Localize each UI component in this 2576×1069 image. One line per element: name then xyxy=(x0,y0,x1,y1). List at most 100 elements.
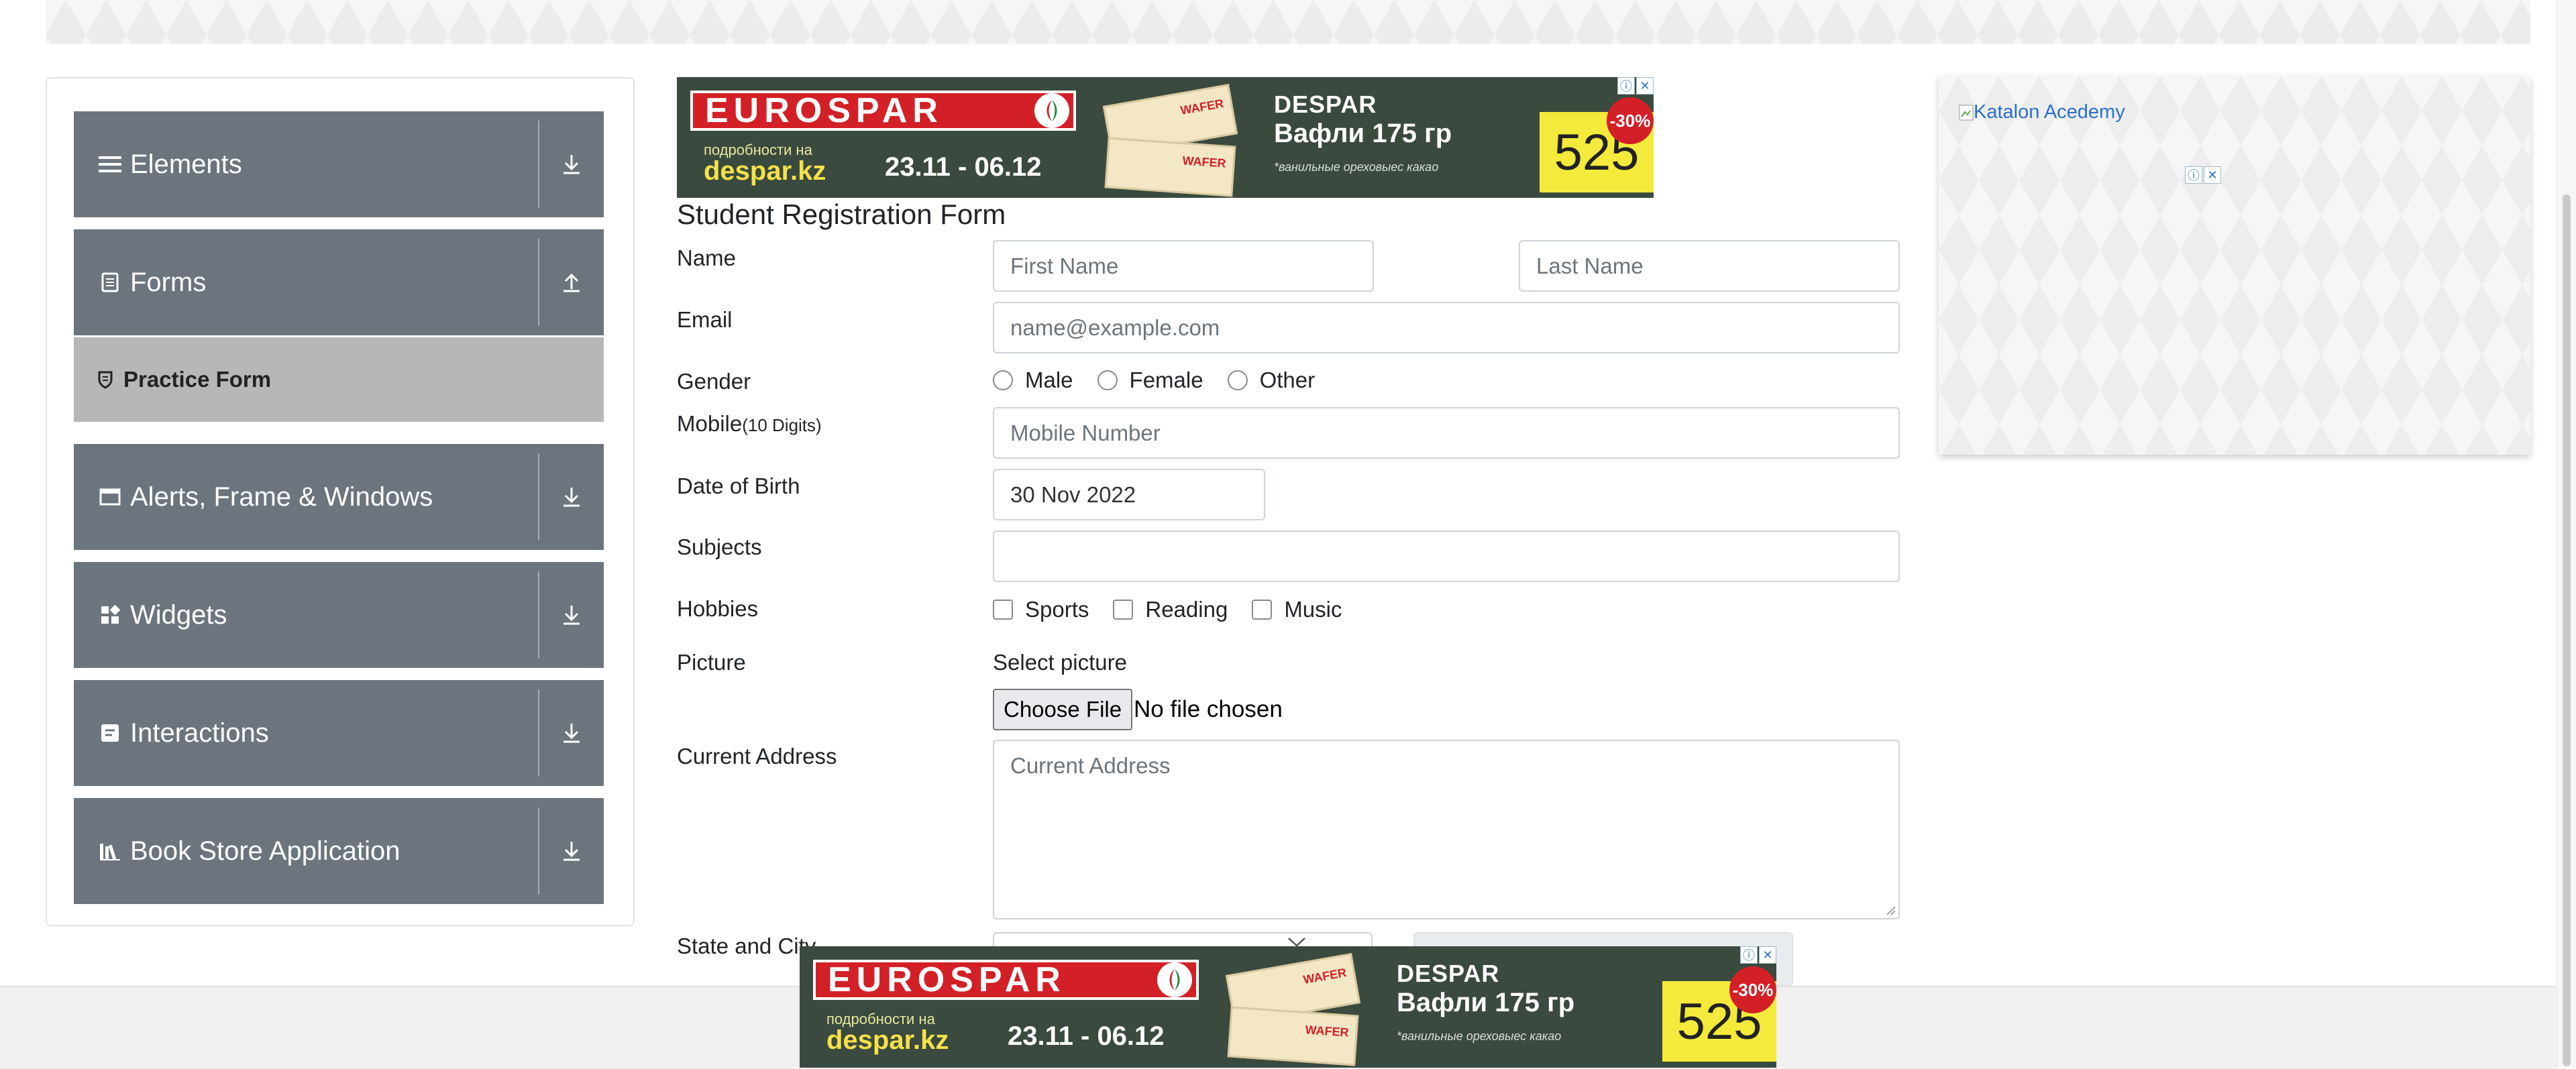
close-icon[interactable]: ✕ xyxy=(2204,166,2221,184)
choose-file-button[interactable]: Choose File xyxy=(993,689,1133,730)
sidebar-group-elements[interactable]: Elements xyxy=(74,111,604,217)
ad-tagline: *ванильные ореховыес какао xyxy=(1397,1029,1562,1043)
books-icon xyxy=(97,838,123,864)
ad-headline: DESPAR xyxy=(1274,91,1377,118)
scrollbar[interactable] xyxy=(2557,0,2576,1068)
sidebar-group-label: Elements xyxy=(130,149,242,179)
download-icon[interactable] xyxy=(539,798,604,904)
ad-brand: EUROSPAR xyxy=(828,960,1066,999)
sidebar-group-alerts[interactable]: Alerts, Frame & Windows xyxy=(74,444,604,550)
ad-brand: EUROSPAR xyxy=(705,91,943,130)
mobile-label: Mobile(10 Digits) xyxy=(677,411,822,436)
info-icon[interactable]: ⓘ xyxy=(1617,77,1635,95)
scrollbar-thumb[interactable] xyxy=(2563,194,2571,1066)
ad-sub2: despar.kz xyxy=(704,156,826,186)
download-icon[interactable] xyxy=(539,111,604,217)
menu-icon xyxy=(97,151,123,178)
ad-tagline: *ванильные ореховыес какао xyxy=(1274,160,1439,174)
window-icon xyxy=(97,484,123,510)
ad-dates: 23.11 - 06.12 xyxy=(885,152,1042,182)
state-city-label: State and City xyxy=(677,934,816,958)
sidebar-group-label: Alerts, Frame & Windows xyxy=(130,482,433,512)
date-of-birth-input[interactable]: 30 Nov 2022 xyxy=(993,469,1265,520)
download-icon[interactable] xyxy=(539,562,604,668)
ad-choices[interactable]: ⓘ ✕ xyxy=(1740,946,1776,964)
mobile-hint: (10 Digits) xyxy=(742,415,822,435)
hobby-reading-option[interactable]: Reading xyxy=(1113,597,1228,622)
hobby-sports-option[interactable]: Sports xyxy=(993,597,1089,622)
gender-female-option[interactable]: Female xyxy=(1097,368,1203,393)
ad-discount: -30% xyxy=(1729,966,1776,1013)
last-name-input[interactable]: Last Name xyxy=(1519,240,1900,292)
ad-discount: -30% xyxy=(1607,97,1654,144)
hobby-music-option[interactable]: Music xyxy=(1252,597,1342,622)
mobile-input[interactable]: Mobile Number xyxy=(993,407,1900,459)
select-picture-label: Select picture xyxy=(993,650,1127,675)
ad-sub2: despar.kz xyxy=(826,1025,949,1055)
widgets-icon xyxy=(97,602,123,628)
sidebar-group-interactions[interactable]: Interactions xyxy=(74,680,604,786)
subjects-label: Subjects xyxy=(677,534,762,559)
email-field[interactable]: name@example.com xyxy=(993,302,1900,353)
hobbies-label: Hobbies xyxy=(677,596,759,621)
interactions-icon xyxy=(97,720,123,746)
download-icon[interactable] xyxy=(539,680,604,786)
gender-label: Gender xyxy=(677,369,751,394)
download-icon[interactable] xyxy=(539,444,604,550)
radio-button[interactable] xyxy=(1097,370,1118,390)
top-banner-band xyxy=(46,0,2530,44)
shield-icon xyxy=(94,370,117,389)
picture-label: Picture xyxy=(677,650,746,675)
radio-button[interactable] xyxy=(1227,370,1248,390)
subjects-input[interactable] xyxy=(993,530,1900,582)
checkbox[interactable] xyxy=(1113,600,1134,620)
current-address-input[interactable]: Current Address xyxy=(993,740,1900,919)
broken-image-icon xyxy=(1959,105,1974,120)
sidebar-group-forms[interactable]: Forms xyxy=(74,229,604,335)
info-icon[interactable]: ⓘ xyxy=(2185,166,2202,184)
sidebar-group-label: Book Store Application xyxy=(130,836,400,866)
address-label: Current Address xyxy=(677,744,837,769)
resize-handle-icon[interactable] xyxy=(1885,905,1896,915)
checkbox[interactable] xyxy=(1252,600,1273,620)
ad-headline: Вафли 175 гр xyxy=(1397,988,1575,1017)
bottom-ad-banner[interactable]: EUROSPAR подробности на despar.kz 23.11 … xyxy=(800,946,1776,1068)
sidebar-group-widgets[interactable]: Widgets xyxy=(74,562,604,668)
gender-other-option[interactable]: Other xyxy=(1227,368,1315,393)
right-ad-panel[interactable]: Katalon Acedemy ⓘ ✕ xyxy=(1939,76,2530,455)
ad-brand-bar: EUROSPAR xyxy=(690,91,1076,131)
ad-brand-bar: EUROSPAR xyxy=(813,960,1199,1000)
ad-headline: Вафли 175 гр xyxy=(1274,119,1452,148)
sidebar-group-label: Forms xyxy=(130,267,207,297)
katalon-ad-link[interactable]: Katalon Acedemy xyxy=(1959,101,2125,123)
ad-choices[interactable]: ⓘ ✕ xyxy=(1617,77,1654,95)
spar-logo-icon xyxy=(1034,93,1069,128)
first-name-input[interactable]: First Name xyxy=(993,240,1374,292)
address-placeholder: Current Address xyxy=(1010,753,1171,778)
sidebar-item-practice-form[interactable]: Practice Form xyxy=(74,337,604,422)
sidebar-item-label: Practice Form xyxy=(123,367,272,392)
name-label: Name xyxy=(677,245,737,270)
sidebar-group-label: Widgets xyxy=(130,600,227,630)
gender-male-option[interactable]: Male xyxy=(993,368,1073,393)
wafer-pack-image: WAFER xyxy=(1104,137,1236,197)
radio-button[interactable] xyxy=(993,370,1013,390)
gender-options: Male Female Other xyxy=(993,368,1339,393)
ad-choices[interactable]: ⓘ ✕ xyxy=(2185,166,2221,184)
sidebar-group-book-store[interactable]: Book Store Application xyxy=(74,798,604,904)
email-label: Email xyxy=(677,307,733,332)
close-icon[interactable]: ✕ xyxy=(1759,946,1776,964)
checkbox[interactable] xyxy=(993,600,1013,620)
dob-label: Date of Birth xyxy=(677,473,800,498)
upload-icon[interactable] xyxy=(539,229,604,335)
file-status: No file chosen xyxy=(1134,696,1283,722)
close-icon[interactable]: ✕ xyxy=(1636,77,1654,95)
spar-logo-icon xyxy=(1157,962,1192,997)
hobbies-options: Sports Reading Music xyxy=(993,597,1366,622)
wafer-pack-image: WAFER xyxy=(1227,1006,1359,1066)
info-icon[interactable]: ⓘ xyxy=(1740,946,1758,964)
ad-headline: DESPAR xyxy=(1397,960,1500,987)
top-ad-banner[interactable]: EUROSPAR подробности на despar.kz 23.11 … xyxy=(677,77,1654,198)
document-icon xyxy=(97,269,123,296)
ad-dates: 23.11 - 06.12 xyxy=(1008,1021,1165,1051)
